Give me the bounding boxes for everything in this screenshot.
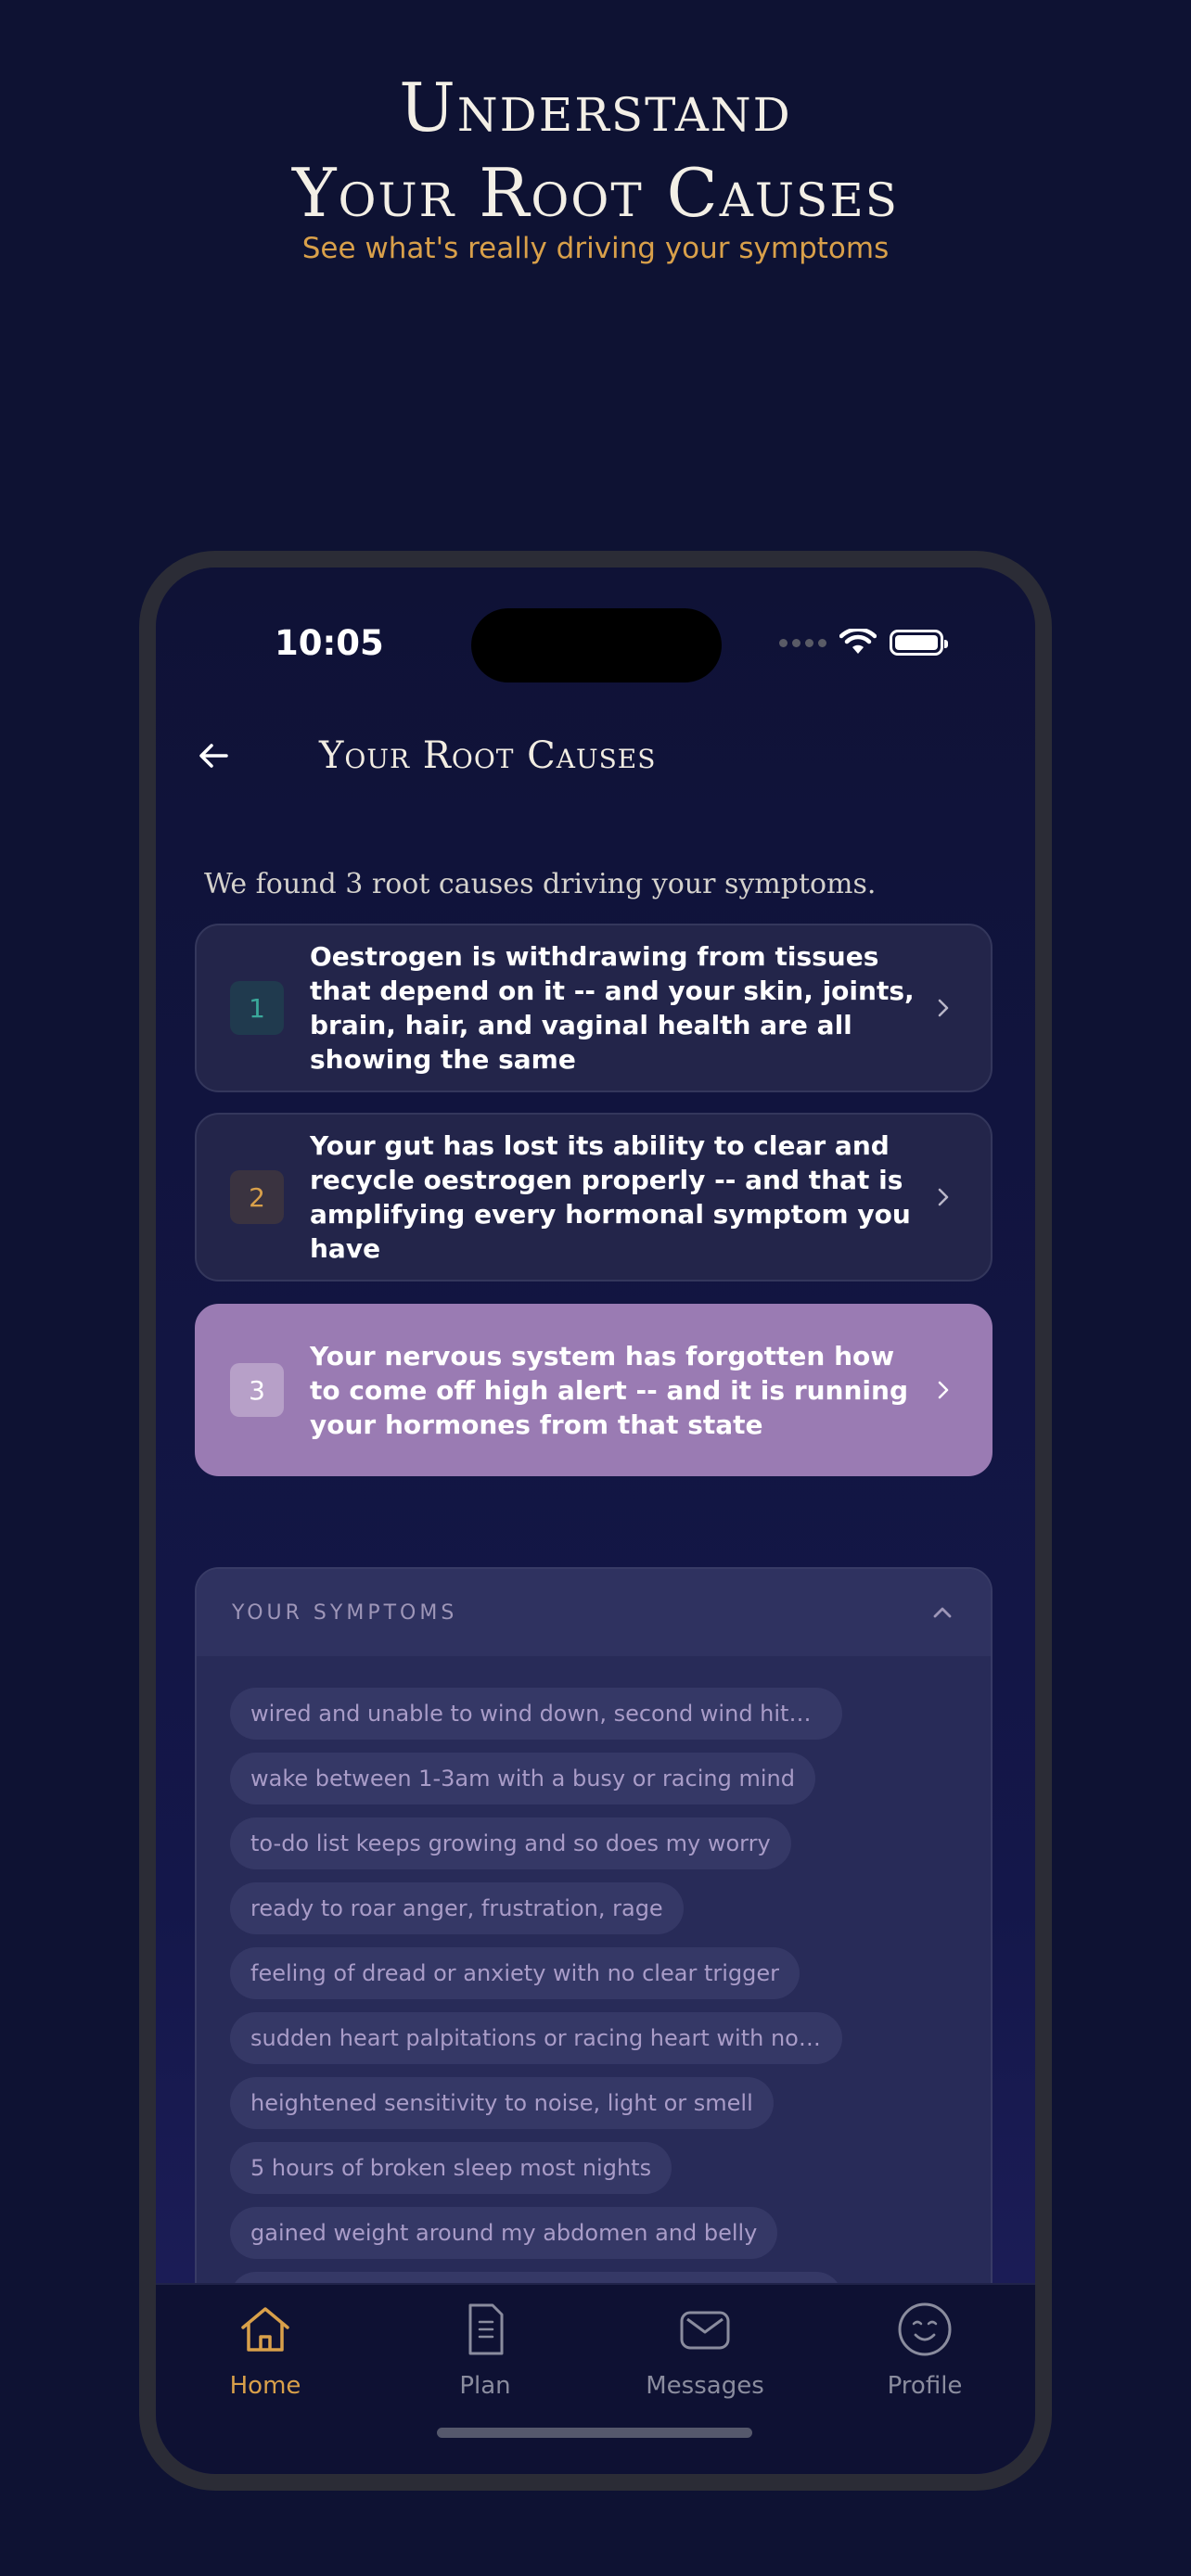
- hero-title-line1: Understand: [399, 69, 792, 147]
- cause-text: Your nervous system has forgotten how to…: [310, 1340, 908, 1440]
- root-cause-card-3[interactable]: 3 Your nervous system has forgotten how …: [195, 1304, 992, 1476]
- cause-text: Your gut has lost its ability to clear a…: [310, 1130, 911, 1264]
- cause-number-badge: 3: [230, 1363, 284, 1417]
- tab-label: Home: [229, 2372, 301, 2400]
- symptom-chip: ready to roar anger, frustration, rage: [230, 1882, 684, 1934]
- home-indicator: [437, 2428, 752, 2438]
- cause-number-badge: 2: [230, 1170, 284, 1224]
- root-cause-summary: We found 3 root causes driving your symp…: [204, 868, 877, 900]
- status-icons: [779, 629, 948, 657]
- root-cause-card-2[interactable]: 2 Your gut has lost its ability to clear…: [195, 1113, 992, 1282]
- symptoms-title: YOUR SYMPTOMS: [232, 1600, 458, 1625]
- tab-profile[interactable]: Profile: [851, 2300, 999, 2400]
- symptom-chip: feeling of dread or anxiety with no clea…: [230, 1947, 800, 1999]
- symptom-chip: 5 hours of broken sleep most nights: [230, 2142, 672, 2194]
- status-time: 10:05: [275, 623, 384, 663]
- battery-icon: [890, 630, 948, 656]
- symptom-chip: wired and unable to wind down, second wi…: [230, 1688, 842, 1740]
- chevron-right-icon: [938, 1381, 949, 1399]
- symptoms-header[interactable]: YOUR SYMPTOMS: [197, 1569, 991, 1656]
- symptom-chip: heightened sensitivity to noise, light o…: [230, 2077, 774, 2129]
- home-icon: [241, 2307, 289, 2352]
- back-arrow-icon[interactable]: [195, 737, 232, 774]
- chevron-up-icon[interactable]: [929, 1600, 955, 1626]
- smiley-face-icon: [898, 2302, 952, 2356]
- cellular-signal-icon: [779, 638, 826, 647]
- tab-label: Plan: [459, 2372, 511, 2400]
- chevron-right-icon: [938, 1188, 949, 1206]
- tab-messages[interactable]: Messages: [631, 2300, 779, 2400]
- document-icon: [468, 2303, 504, 2355]
- tab-label: Profile: [887, 2372, 963, 2400]
- symptom-chip: gained weight around my abdomen and bell…: [230, 2207, 778, 2259]
- symptom-chip: to-do list keeps growing and so does my …: [230, 1817, 791, 1869]
- hero-title-line2: Your Root Causes: [292, 154, 899, 232]
- phone-screen: 10:05 Your Root Causes We found 3 root c…: [156, 567, 1035, 2474]
- cause-text: Oestrogen is withdrawing from tissues th…: [310, 941, 915, 1075]
- tab-label: Messages: [646, 2372, 764, 2400]
- wifi-icon: [839, 629, 877, 654]
- symptom-chip: wake between 1-3am with a busy or racing…: [230, 1753, 815, 1804]
- hero-subtitle: See what's really driving your symptoms: [301, 232, 890, 265]
- screen-title: Your Root Causes: [319, 734, 657, 777]
- tab-home[interactable]: Home: [191, 2300, 339, 2400]
- hero-title: Understand Your Root Causes: [0, 65, 1191, 236]
- root-cause-card-1[interactable]: 1 Oestrogen is withdrawing from tissues …: [195, 924, 992, 1092]
- nav-bar: Your Root Causes: [195, 734, 656, 777]
- dynamic-island: [471, 608, 722, 682]
- chevron-right-icon: [938, 999, 949, 1017]
- hero-section: Understand Your Root Causes See what's r…: [0, 65, 1191, 265]
- symptoms-panel: YOUR SYMPTOMS wired and unable to wind d…: [195, 1567, 992, 2402]
- cause-number-badge: 1: [230, 981, 284, 1035]
- tab-plan[interactable]: Plan: [411, 2300, 559, 2400]
- symptom-chip: sudden heart palpitations or racing hear…: [230, 2012, 842, 2064]
- tab-bar: Home Plan Messages Profile: [156, 2283, 1035, 2474]
- envelope-icon: [680, 2311, 730, 2350]
- symptom-chip-list: wired and unable to wind down, second wi…: [197, 1656, 991, 2324]
- phone-frame: 10:05 Your Root Causes We found 3 root c…: [139, 551, 1052, 2491]
